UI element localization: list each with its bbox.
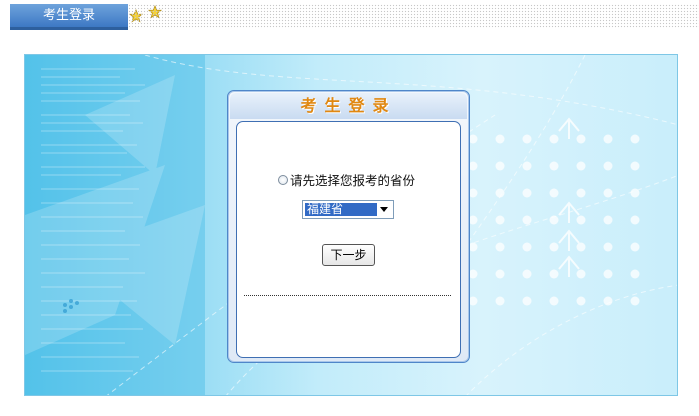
next-step-button[interactable]: 下一步 xyxy=(322,244,375,266)
decor-dot xyxy=(549,269,559,279)
decor-dot xyxy=(549,215,559,225)
decor-dot xyxy=(603,161,613,171)
decor-dot xyxy=(576,188,586,198)
decor-dot xyxy=(549,188,559,198)
province-select-value: 福建省 xyxy=(305,203,377,216)
decor-dot xyxy=(522,269,532,279)
decor-dot xyxy=(549,161,559,171)
decor-dot xyxy=(549,242,559,252)
decor-dot xyxy=(603,215,613,225)
decor-dot xyxy=(576,296,586,306)
province-radio[interactable] xyxy=(278,174,288,185)
decor-dot xyxy=(522,296,532,306)
decor-dot xyxy=(522,134,532,144)
decor-dot xyxy=(495,242,505,252)
top-bar: 考生登录 xyxy=(0,0,699,34)
tab-student-login[interactable]: 考生登录 xyxy=(10,4,128,30)
decor-dot xyxy=(630,242,640,252)
chevron-down-icon[interactable] xyxy=(376,202,392,217)
decor-dot xyxy=(630,215,640,225)
decor-dot xyxy=(630,296,640,306)
decor-dot xyxy=(630,269,640,279)
decor-dot xyxy=(522,242,532,252)
decor-dot xyxy=(576,215,586,225)
decor-dot xyxy=(603,269,613,279)
decor-dot xyxy=(495,215,505,225)
province-select[interactable]: 福建省 xyxy=(302,200,394,219)
decor-dot xyxy=(522,215,532,225)
decor-dot xyxy=(549,296,559,306)
decor-dot xyxy=(603,134,613,144)
decor-dot xyxy=(549,134,559,144)
decor-dot xyxy=(630,134,640,144)
dotted-divider xyxy=(128,4,699,28)
login-dialog: 考生登录 请先选择您报考的省份 福建省 下一步 xyxy=(227,90,470,363)
province-prompt-row: 请先选择您报考的省份 xyxy=(278,170,415,189)
province-prompt-label: 请先选择您报考的省份 xyxy=(290,173,416,188)
decor-dot xyxy=(576,134,586,144)
decor-dot xyxy=(603,188,613,198)
decor-dot xyxy=(522,161,532,171)
decor-dot xyxy=(495,134,505,144)
decor-dot xyxy=(495,188,505,198)
dialog-header: 考生登录 xyxy=(230,93,467,119)
dialog-body: 请先选择您报考的省份 福建省 下一步 xyxy=(236,121,461,358)
decor-dot xyxy=(495,269,505,279)
decor-dot xyxy=(603,242,613,252)
decor-dot xyxy=(576,242,586,252)
decor-dot xyxy=(603,296,613,306)
dialog-title: 考生登录 xyxy=(300,96,397,115)
decor-dot xyxy=(630,188,640,198)
decor-dot xyxy=(576,269,586,279)
decor-dot xyxy=(576,161,586,171)
decor-dot xyxy=(495,296,505,306)
decor-dot xyxy=(522,188,532,198)
decor-dot xyxy=(495,161,505,171)
dotted-separator xyxy=(244,295,451,296)
decor-dot xyxy=(630,161,640,171)
